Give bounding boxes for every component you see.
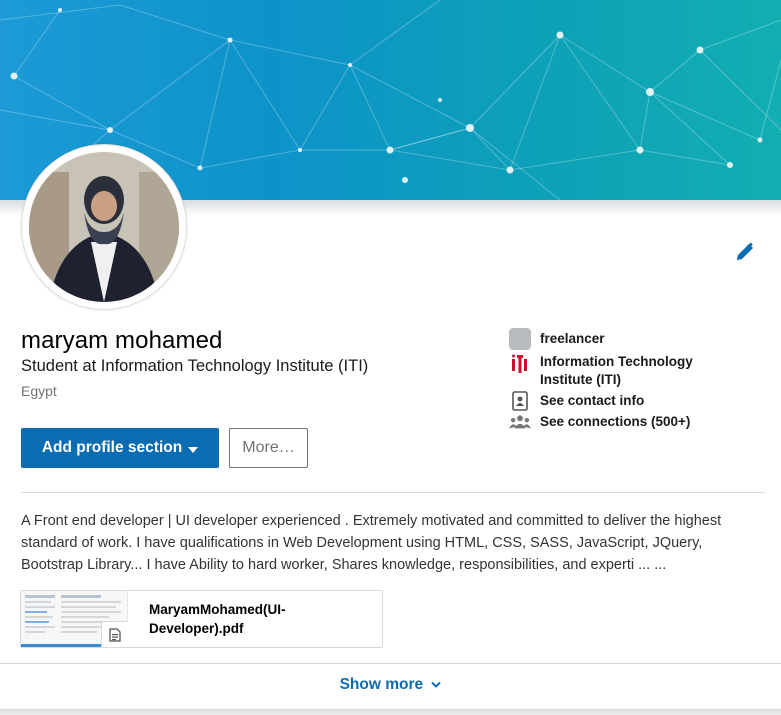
current-company-link[interactable]: freelancer (509, 328, 605, 350)
contact-info-label: See contact info (540, 393, 645, 408)
iti-logo-icon (509, 353, 531, 375)
add-profile-section-button[interactable]: Add profile section (21, 428, 219, 468)
more-button[interactable]: More… (229, 428, 308, 468)
company-placeholder-icon (509, 328, 531, 350)
document-title: MaryamMohamed(UI-Developer).pdf (149, 602, 286, 636)
avatar[interactable] (21, 144, 187, 310)
contact-card-icon (509, 390, 531, 412)
pencil-icon[interactable] (733, 240, 757, 264)
footer-divider (0, 663, 781, 664)
document-attachment[interactable]: MaryamMohamed(UI-Developer).pdf (20, 590, 383, 648)
profile-card: maryam mohamed Student at Information Te… (0, 0, 781, 715)
connections-link[interactable]: See connections (500+) (509, 411, 690, 433)
caret-down-icon (188, 446, 199, 453)
profile-photo (29, 152, 179, 302)
show-more-button[interactable]: Show more (0, 676, 781, 694)
profile-headline: Student at Information Technology Instit… (21, 357, 369, 375)
show-more-label: Show more (339, 676, 424, 693)
education-label: Information Technology Institute (ITI) (540, 354, 693, 387)
people-icon (509, 411, 531, 433)
current-company-label: freelancer (540, 331, 605, 346)
profile-location: Egypt (21, 383, 57, 399)
add-profile-section-label: Add profile section (41, 439, 183, 456)
document-icon (101, 621, 128, 647)
education-link[interactable]: Information Technology Institute (ITI) (509, 353, 700, 389)
contact-info-link[interactable]: See contact info (509, 390, 644, 412)
document-thumbnail-accent (21, 644, 101, 647)
profile-name: maryam mohamed (21, 327, 223, 354)
profile-summary: A Front end developer | UI developer exp… (21, 513, 722, 573)
chevron-down-icon (431, 676, 442, 694)
card-bottom-shadow (0, 709, 781, 715)
section-divider (21, 492, 765, 493)
connections-label: See connections (500+) (540, 414, 691, 429)
